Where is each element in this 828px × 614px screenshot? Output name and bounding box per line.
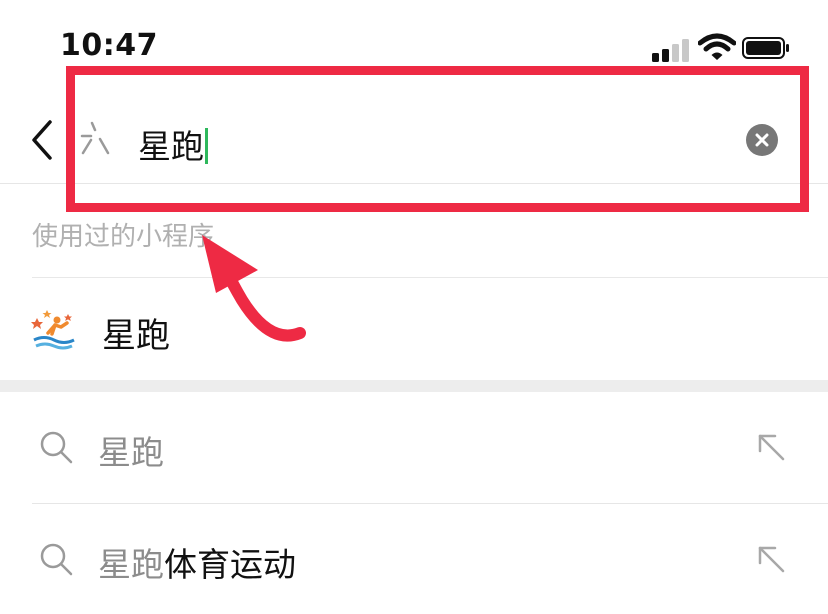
suggestion-rest: 体育运动 [164,545,296,584]
arrow-up-left-icon[interactable] [756,432,786,462]
wifi-icon [698,33,736,60]
search-suggestion-item[interactable]: 星跑体育运动 [0,504,828,614]
search-suggestion-item[interactable]: 星跑 [0,392,828,502]
arrow-up-left-icon[interactable] [756,544,786,574]
status-time: 10:47 [60,28,158,63]
back-button[interactable] [26,118,60,162]
annotation-arrow-icon [202,235,306,342]
suggestion-text: 星跑体育运动 [98,538,296,586]
search-icon [40,543,73,576]
annotation-highlight-box [66,66,809,212]
cellular-signal-icon [652,38,692,62]
mini-program-item[interactable]: 星跑 [0,280,828,380]
search-icon [40,431,73,464]
xingpao-logo-icon [31,307,77,353]
mini-program-name: 星跑 [102,316,170,356]
battery-icon [742,37,789,59]
section-separator [0,380,828,392]
suggestion-highlight: 星跑 [98,545,164,584]
divider [32,277,828,278]
suggestion-highlight: 星跑 [98,433,164,472]
section-label-used-mini-programs: 使用过的小程序 [32,222,215,252]
status-bar: 10:47 [0,0,828,72]
suggestion-text: 星跑 [98,426,164,474]
